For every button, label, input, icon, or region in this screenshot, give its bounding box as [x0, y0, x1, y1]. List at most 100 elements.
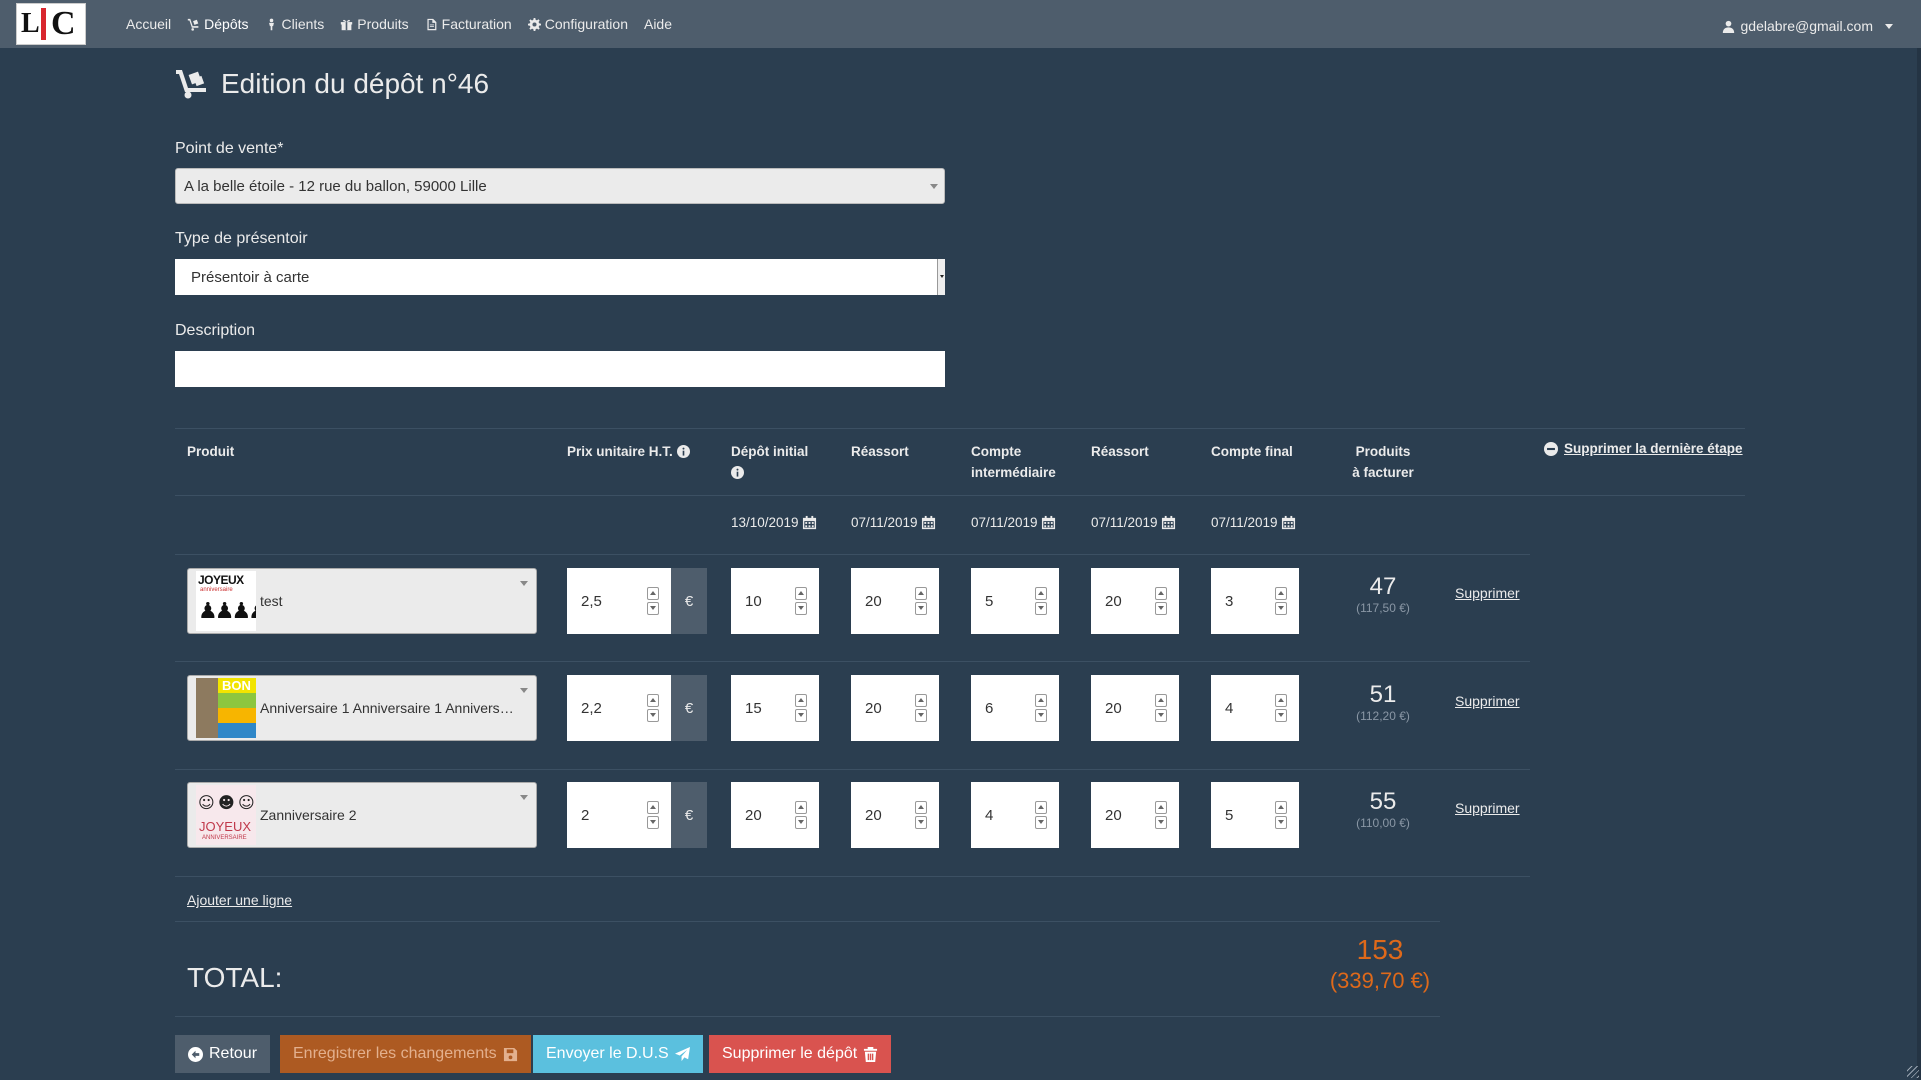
delete-last-step-link[interactable]: Supprimer la dernière étape — [1544, 441, 1743, 456]
reassort-value: 20 — [1105, 806, 1122, 824]
calendar-icon[interactable] — [1041, 515, 1056, 530]
nav-label: Aide — [643, 16, 673, 32]
date-compte-intermediaire: 07/11/2019 — [971, 515, 1056, 530]
stepper-icon[interactable] — [647, 801, 659, 829]
point-de-vente-label: Point de vente* — [175, 140, 284, 157]
nav-item-configuration[interactable]: Configuration — [520, 0, 636, 48]
stepper-icon[interactable] — [1035, 694, 1047, 722]
compte-final-input[interactable]: 5 — [1211, 782, 1299, 848]
stepper-icon[interactable] — [1155, 587, 1167, 615]
info-icon[interactable] — [676, 445, 690, 458]
reassort-1-input[interactable]: 20 — [851, 568, 939, 634]
row-total: 47 (117,50 €) — [1333, 573, 1433, 615]
select-arrow-icon — [937, 259, 945, 295]
gift-icon — [341, 19, 353, 30]
reassort-2-input[interactable]: 20 — [1091, 675, 1179, 741]
table-divider — [175, 921, 1440, 922]
stepper-icon[interactable] — [795, 801, 807, 829]
send-dus-button[interactable]: Envoyer le D.U.S — [533, 1035, 703, 1073]
header-produits-a-facturer: Produits à facturer — [1333, 441, 1433, 483]
stepper-icon[interactable] — [915, 694, 927, 722]
calendar-icon[interactable] — [1161, 515, 1176, 530]
user-email: gdelabre@gmail.com — [1740, 18, 1874, 34]
depot-initial-input[interactable]: 15 — [731, 675, 819, 741]
arrow-left-circle-icon — [188, 1046, 203, 1062]
stepper-icon[interactable] — [1035, 587, 1047, 615]
stepper-icon[interactable] — [915, 801, 927, 829]
app-logo[interactable]: L C — [16, 3, 86, 45]
table-divider — [175, 769, 1530, 770]
stepper-icon[interactable] — [1155, 801, 1167, 829]
reassort-value: 20 — [865, 699, 882, 717]
gear-icon — [527, 17, 541, 31]
calendar-icon[interactable] — [921, 515, 936, 530]
price-input[interactable]: 2 — [567, 782, 671, 848]
depot-initial-input[interactable]: 10 — [731, 568, 819, 634]
row-amount: (110,00 €) — [1356, 816, 1410, 830]
stepper-icon[interactable] — [1275, 587, 1287, 615]
table-divider — [175, 1016, 1440, 1017]
stepper-icon[interactable] — [795, 694, 807, 722]
type-presentoir-select[interactable]: Présentoir à carte — [175, 259, 945, 295]
send-label: Envoyer le D.U.S — [546, 1045, 669, 1062]
delete-row-link[interactable]: Supprimer — [1455, 585, 1520, 601]
reassort-1-input[interactable]: 20 — [851, 675, 939, 741]
thumb-colors: BON — [218, 678, 256, 738]
calendar-icon[interactable] — [802, 515, 817, 530]
price-input[interactable]: 2,2 — [567, 675, 671, 741]
price-value: 2 — [581, 806, 590, 824]
page-heading: Edition du dépôt n°46 — [175, 68, 489, 100]
nav-item-produits[interactable]: Produits — [332, 0, 416, 48]
delete-depot-button[interactable]: Supprimer le dépôt — [709, 1035, 892, 1073]
stepper-icon[interactable] — [1035, 801, 1047, 829]
nav-item-clients[interactable]: Clients — [257, 0, 333, 48]
type-presentoir-label: Type de présentoir — [175, 230, 308, 247]
compte-intermediaire-input[interactable]: 6 — [971, 675, 1059, 741]
delete-row-link[interactable]: Supprimer — [1455, 693, 1520, 709]
product-select[interactable]: JOYEUX anniversaire ♟♟♟♟ test — [187, 568, 537, 634]
point-de-vente-select[interactable]: A la belle étoile - 12 rue du ballon, 59… — [175, 168, 945, 204]
stepper-icon[interactable] — [1275, 801, 1287, 829]
thumb-title: JOYEUX — [199, 819, 252, 834]
compte-final-input[interactable]: 4 — [1211, 675, 1299, 741]
description-input[interactable] — [175, 351, 945, 387]
product-select[interactable]: BON Anniversaire 1 Anniversaire 1 Annive… — [187, 675, 537, 741]
stepper-icon[interactable] — [1155, 694, 1167, 722]
stepper-icon[interactable] — [1275, 694, 1287, 722]
user-menu[interactable]: gdelabre@gmail.com — [1722, 0, 1893, 52]
resize-handle-icon[interactable] — [1907, 1066, 1919, 1078]
add-line-link[interactable]: Ajouter une ligne — [187, 892, 292, 908]
nav-label: Dépôts — [204, 16, 249, 32]
back-label: Retour — [209, 1045, 258, 1062]
product-select[interactable]: ☺ ☻ ☺ JOYEUX ANNIVERSAIRE Zanniversaire … — [187, 782, 537, 848]
nav-item-facturation[interactable]: Facturation — [417, 0, 520, 48]
stepper-icon[interactable] — [915, 587, 927, 615]
reassort-2-input[interactable]: 20 — [1091, 782, 1179, 848]
save-button[interactable]: Enregistrer les changements — [280, 1035, 531, 1073]
nav-item-aide[interactable]: Aide — [636, 0, 680, 48]
scrollbar[interactable] — [1917, 48, 1921, 1080]
reassort-2-input[interactable]: 20 — [1091, 568, 1179, 634]
calendar-icon[interactable] — [1281, 515, 1296, 530]
delete-row-link[interactable]: Supprimer — [1455, 800, 1520, 816]
reassort-1-input[interactable]: 20 — [851, 782, 939, 848]
user-icon — [1722, 20, 1734, 33]
trash-icon — [864, 1046, 878, 1062]
stepper-icon[interactable] — [795, 587, 807, 615]
date-text: 07/11/2019 — [971, 515, 1038, 530]
compte-final-input[interactable]: 3 — [1211, 568, 1299, 634]
nav-item-accueil[interactable]: Accueil — [118, 0, 179, 48]
header-prix-label: Prix unitaire H.T. — [567, 444, 673, 459]
compte-intermediaire-input[interactable]: 4 — [971, 782, 1059, 848]
back-button[interactable]: Retour — [175, 1035, 271, 1073]
price-input[interactable]: 2,5 — [567, 568, 671, 634]
nav-item-depots[interactable]: Dépôts — [179, 0, 256, 48]
thumb-subtitle: anniversaire — [200, 587, 233, 593]
stepper-icon[interactable] — [647, 587, 659, 615]
compte-intermediaire-input[interactable]: 5 — [971, 568, 1059, 634]
depot-initial-input[interactable]: 20 — [731, 782, 819, 848]
stepper-icon[interactable] — [647, 694, 659, 722]
header-compte-line2: intermédiaire — [971, 465, 1056, 480]
total-count: 153 — [1356, 934, 1404, 965]
info-icon[interactable] — [731, 466, 744, 479]
